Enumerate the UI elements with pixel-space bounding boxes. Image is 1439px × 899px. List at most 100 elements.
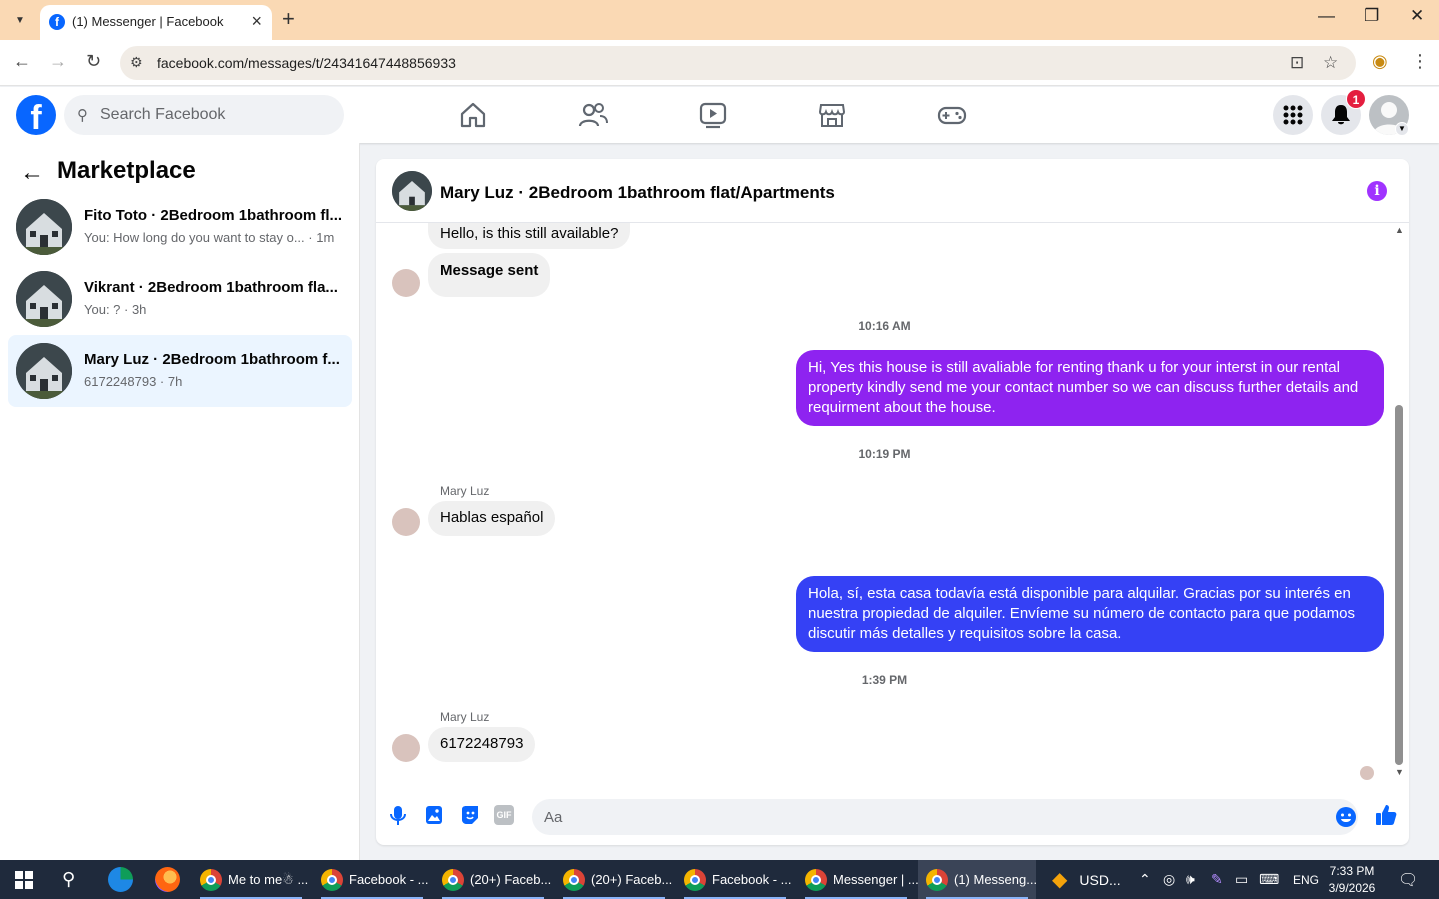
taskbar-window[interactable]: (20+) Faceb...: [555, 860, 673, 899]
tab-close-icon[interactable]: ×: [251, 11, 262, 32]
taskbar-window[interactable]: Facebook - ...: [313, 860, 431, 899]
chrome-icon: [684, 868, 706, 891]
language-indicator[interactable]: ENG: [1293, 860, 1319, 899]
incoming-message: Message sent: [428, 253, 551, 297]
conversation-name: Mary Luz · 2Bedroom 1bathroom f...: [84, 351, 340, 368]
taskbar-window[interactable]: Facebook - ...: [676, 860, 794, 899]
message-input-box[interactable]: [532, 799, 1358, 835]
taskbar-window[interactable]: Messenger | ...: [797, 860, 919, 899]
video-icon[interactable]: [698, 101, 728, 129]
minimize-icon[interactable]: —: [1318, 6, 1335, 26]
profile-icon[interactable]: ◉: [1372, 51, 1388, 72]
scrollbar-thumb[interactable]: [1395, 405, 1403, 765]
clock-time: 7:33 PM: [1329, 864, 1375, 878]
conversation-preview: You: How long do you want to stay o... ·…: [84, 230, 335, 245]
back-arrow-icon[interactable]: ←: [13, 51, 31, 72]
new-tab-plus-icon[interactable]: +: [282, 6, 295, 32]
contact-avatar[interactable]: [392, 269, 420, 297]
taskbar-window[interactable]: Me to me☃ ...: [192, 860, 310, 899]
bookmark-star-icon[interactable]: ☆: [1323, 53, 1338, 73]
message-input[interactable]: [544, 799, 1304, 835]
close-window-icon[interactable]: ✕: [1410, 6, 1424, 26]
weather-text: USD...: [1079, 871, 1121, 888]
microphone-icon[interactable]: [386, 803, 410, 827]
search-input[interactable]: [100, 95, 330, 135]
facebook-favicon-icon: f: [49, 14, 65, 30]
account-chevron-down-icon[interactable]: ▼: [1395, 122, 1409, 136]
browser-tab-active[interactable]: f (1) Messenger | Facebook ×: [40, 5, 272, 40]
thumbs-up-icon[interactable]: [1374, 803, 1398, 827]
facebook-logo-icon[interactable]: f: [16, 95, 56, 135]
bell-icon: [1332, 105, 1350, 125]
currency-widget-icon: ◆: [1052, 869, 1068, 891]
edge-browser-icon[interactable]: [108, 867, 133, 892]
conversation-preview: You: ? · 3h: [84, 302, 147, 317]
url-text[interactable]: facebook.com/messages/t/2434164744885693…: [157, 55, 456, 71]
restore-window-icon[interactable]: ❐: [1364, 6, 1379, 26]
grid-icon: [1283, 105, 1303, 125]
weather-widget[interactable]: ◆ USD...: [1052, 860, 1121, 899]
pen-icon[interactable]: ✎: [1211, 860, 1223, 899]
chat-house-thumbnail[interactable]: [392, 171, 432, 211]
site-settings-icon[interactable]: ⚙: [130, 54, 143, 71]
forward-arrow-icon[interactable]: →: [49, 51, 67, 72]
sender-name: Mary Luz: [440, 710, 490, 724]
network-icon[interactable]: ▭: [1235, 860, 1248, 899]
outgoing-message: Hola, sí, esta casa todavía está disponi…: [796, 576, 1384, 652]
volume-icon[interactable]: 🕪: [1186, 860, 1195, 899]
facebook-header: f ⚲ Search Facebook 1 ▼: [0, 87, 1439, 143]
chat-title[interactable]: Mary Luz · 2Bedroom 1bathroom flat/Apart…: [440, 183, 835, 203]
contact-avatar[interactable]: [392, 734, 420, 762]
keyboard-icon[interactable]: ⌨: [1259, 860, 1279, 899]
home-icon[interactable]: [458, 101, 488, 129]
incoming-message: 6172248793: [428, 727, 536, 762]
conversation-item-active[interactable]: Mary Luz · 2Bedroom 1bathroom f... 61722…: [8, 335, 352, 407]
seen-indicator-avatar: [1360, 766, 1374, 780]
conversation-item[interactable]: Fito Toto · 2Bedroom 1bathroom fl... You…: [8, 191, 352, 263]
contact-avatar[interactable]: [392, 508, 420, 536]
emoji-icon[interactable]: [1335, 806, 1357, 828]
outgoing-message: Hi, Yes this house is still avaliable fo…: [796, 350, 1384, 426]
windows-taskbar: ⚲ Me to me☃ ... Facebook - ... (20+) Fac…: [0, 860, 1439, 899]
search-icon: ⚲: [77, 107, 88, 124]
incoming-message: Hablas español: [428, 501, 556, 536]
conversation-item[interactable]: Vikrant · 2Bedroom 1bathroom fla... You:…: [8, 263, 352, 335]
incoming-message: Hello, is this still available?: [428, 223, 631, 249]
timestamp: 1:39 PM: [861, 673, 908, 687]
taskbar-window-active[interactable]: (1) Messeng...: [918, 860, 1037, 899]
gif-icon[interactable]: GIF: [494, 805, 514, 825]
taskbar-window[interactable]: (20+) Faceb...: [434, 860, 552, 899]
info-icon[interactable]: i: [1367, 181, 1387, 201]
conversation-name: Fito Toto · 2Bedroom 1bathroom fl...: [84, 207, 343, 224]
friends-icon[interactable]: [578, 101, 608, 129]
notification-center-icon[interactable]: 🗨: [1398, 860, 1418, 899]
clock[interactable]: 7:33 PM 3/9/2026: [1326, 863, 1378, 897]
sticker-icon[interactable]: [458, 803, 482, 827]
chrome-icon: [926, 868, 948, 891]
timestamp: 10:16 AM: [858, 319, 911, 333]
show-hidden-icons-chevron-up-icon[interactable]: ⌃: [1139, 860, 1151, 899]
address-bar[interactable]: ⚙ facebook.com/messages/t/24341647448856…: [120, 46, 1356, 80]
firefox-icon[interactable]: [155, 867, 180, 892]
reload-icon[interactable]: ↻: [86, 51, 101, 72]
browser-toolbar: ← → ↻ ⚙ facebook.com/messages/t/24341647…: [0, 40, 1439, 86]
notification-count-badge: 1: [1346, 89, 1366, 109]
gaming-icon[interactable]: [937, 101, 967, 129]
tab-search-dropdown-icon[interactable]: ▼: [6, 7, 34, 33]
conversation-name: Vikrant · 2Bedroom 1bathroom fla...: [84, 279, 338, 296]
search-box[interactable]: ⚲: [64, 95, 344, 135]
meet-now-icon[interactable]: ◎: [1163, 860, 1175, 899]
clock-date: 3/9/2026: [1328, 881, 1376, 895]
taskbar-search-icon[interactable]: ⚲: [62, 869, 75, 890]
photo-icon[interactable]: [422, 803, 446, 827]
install-app-icon[interactable]: ⊡: [1290, 53, 1304, 73]
conversation-list-panel: ← Marketplace Fito Toto · 2Bedroom 1bath…: [0, 143, 360, 860]
scroll-up-arrow-icon[interactable]: ▲: [1395, 225, 1404, 235]
menu-grid-button[interactable]: [1273, 95, 1313, 135]
chrome-icon: [200, 868, 222, 891]
marketplace-icon[interactable]: [817, 101, 847, 129]
browser-menu-icon[interactable]: ⋮: [1411, 51, 1429, 72]
back-arrow-icon[interactable]: ←: [20, 159, 44, 187]
windows-start-icon[interactable]: [15, 871, 33, 889]
scroll-down-arrow-icon[interactable]: ▼: [1395, 767, 1404, 777]
